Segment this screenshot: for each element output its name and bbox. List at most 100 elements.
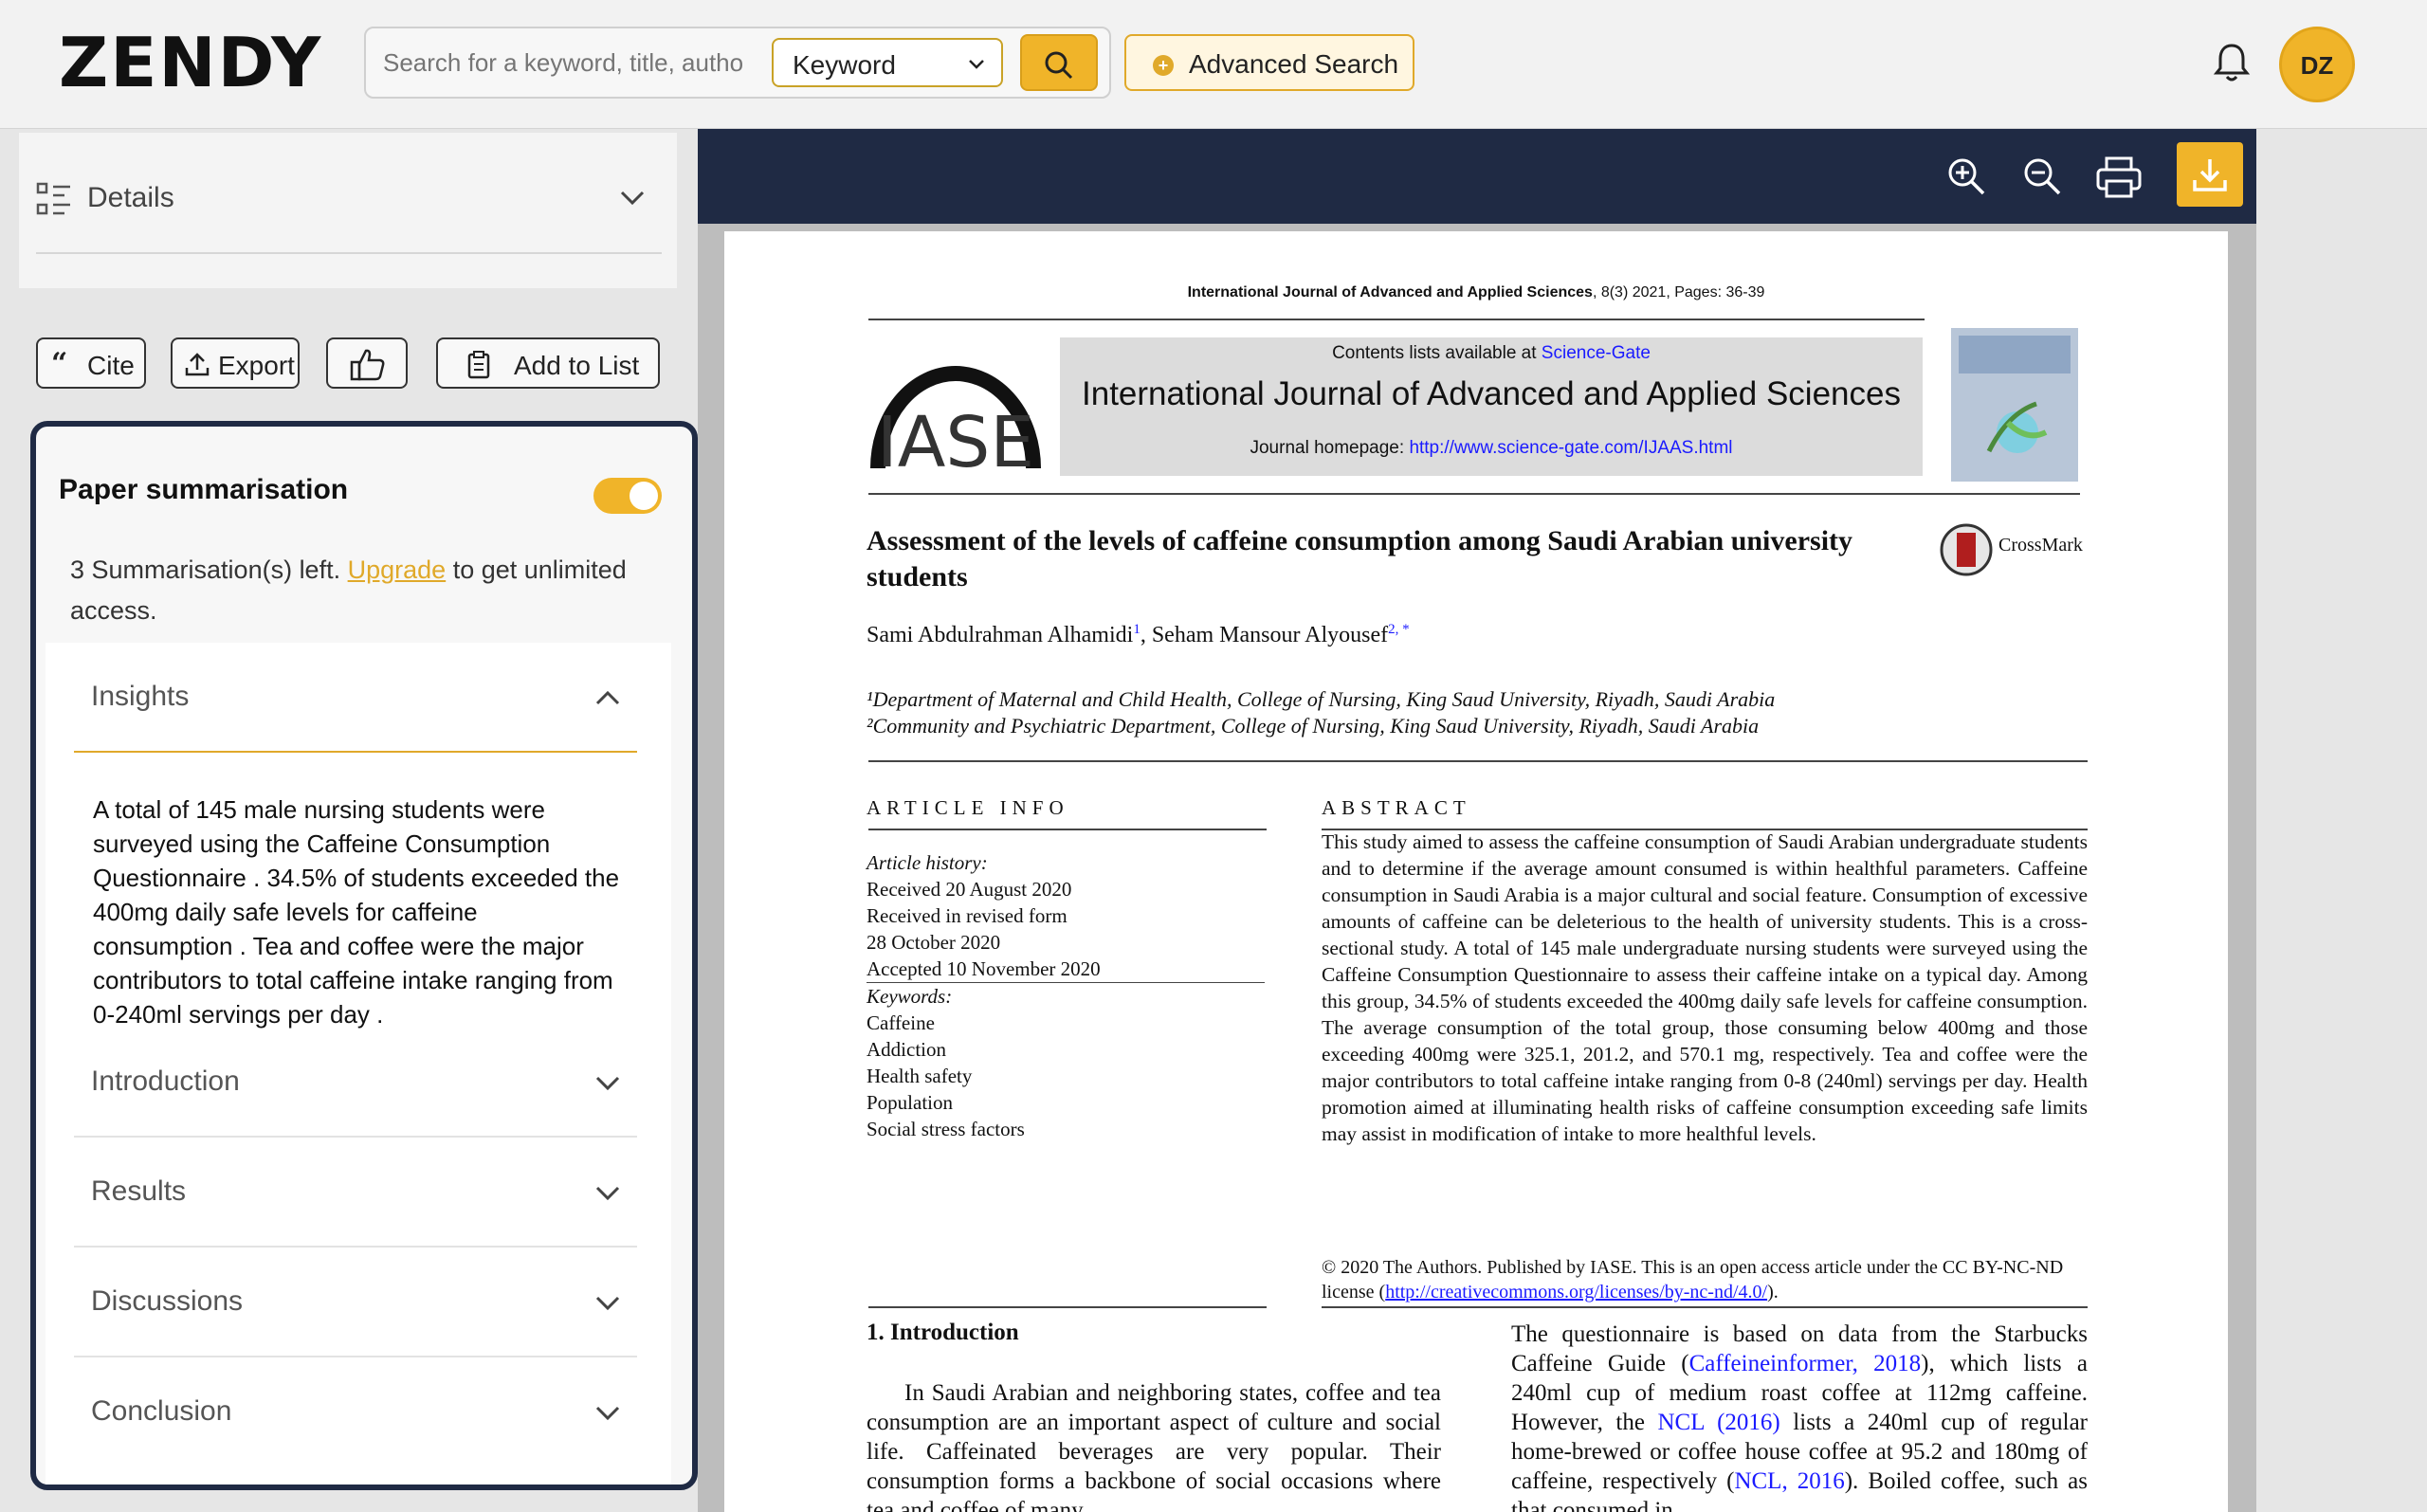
remaining-text: 3 Summarisation(s) left. (70, 556, 341, 584)
rule (868, 760, 2088, 762)
chevron-down-icon (595, 1186, 620, 1201)
export-button[interactable]: Export (171, 337, 300, 389)
keyword: Social stress factors (867, 1118, 1025, 1140)
chevron-down-icon (969, 60, 984, 69)
science-gate-link[interactable]: Science-Gate (1542, 343, 1651, 363)
keyword: Caffeine (867, 1011, 935, 1034)
keyword: Addiction (867, 1038, 946, 1061)
search-icon (1045, 51, 1073, 80)
abstract-text: This study aimed to assess the caffeine … (1322, 830, 2088, 1145)
details-label: Details (87, 182, 174, 213)
journal-line: International Journal of Advanced and Ap… (1187, 284, 1593, 301)
keyword: Health safety (867, 1065, 973, 1087)
iase-logo-text: IASE (877, 402, 1034, 478)
contents-line: Contents lists available at Science-Gate (1060, 343, 1923, 364)
details-accordion[interactable]: Details (19, 133, 677, 288)
journal-name: International Journal of Advanced and Ap… (1082, 375, 1901, 412)
paper-summarisation-panel: Paper summarisation 3 Summarisation(s) l… (30, 421, 698, 1490)
chevron-down-icon (595, 1296, 620, 1311)
export-label: Export (218, 351, 295, 380)
introduction-heading: 1. Introduction (867, 1320, 1019, 1345)
introduction-col2: The questionnaire is based on data from … (1511, 1320, 2088, 1512)
journal-line-suffix: , 8(3) 2021, Pages: 36-39 (1592, 284, 1765, 301)
crossmark-badge[interactable]: CrossMark (1940, 521, 2088, 578)
search-mode-select[interactable]: Keyword (772, 38, 1003, 87)
zoom-out-icon[interactable] (2021, 155, 2063, 197)
cite-button[interactable]: “ Cite (36, 337, 146, 389)
advanced-search-label: Advanced Search (1189, 49, 1399, 79)
history-item: 28 October 2020 (867, 931, 1001, 954)
chevron-down-icon (595, 1406, 620, 1421)
pdf-viewer: International Journal of Advanced and Ap… (698, 129, 2256, 1512)
details-list-icon (36, 182, 70, 215)
keyword: Population (867, 1091, 954, 1114)
introduction-col1: In Saudi Arabian and neighboring states,… (867, 1380, 1441, 1512)
download-button[interactable] (2177, 142, 2243, 207)
homepage-link[interactable]: http://www.science-gate.com/IJAAS.html (1409, 438, 1732, 458)
keywords-label: Keywords: (867, 985, 953, 1008)
toggle-knob (630, 482, 658, 510)
search-button[interactable] (1020, 34, 1098, 91)
section-label: Introduction (91, 1066, 240, 1097)
author-1-sup[interactable]: 1 (1133, 622, 1141, 637)
section-label: Discussions (91, 1285, 244, 1317)
license-link[interactable]: http://creativecommons.org/licenses/by-n… (1385, 1282, 1767, 1303)
author-2-sup[interactable]: 2, * (1388, 622, 1410, 637)
upgrade-link[interactable]: Upgrade (348, 556, 447, 584)
advanced-search-button[interactable]: + Advanced Search (1124, 34, 1414, 91)
summary-sections: Insights Introduction Results Discussion… (46, 643, 671, 1485)
section-label: Conclusion (91, 1395, 232, 1427)
thumbs-up-icon (350, 349, 385, 381)
section-insights[interactable]: Insights (74, 643, 637, 753)
pdf-page: International Journal of Advanced and Ap… (724, 231, 2228, 1512)
search-input[interactable] (383, 42, 743, 83)
affiliation-1: ¹Department of Maternal and Child Health… (867, 687, 1776, 711)
print-icon[interactable] (2095, 155, 2143, 199)
like-button[interactable] (326, 337, 408, 389)
citation-link[interactable]: Caffeineinformer, 2018 (1689, 1351, 1922, 1376)
rule (868, 829, 1267, 830)
journal-cover-image (1951, 328, 2078, 482)
plus-icon: + (1153, 55, 1174, 76)
journal-header-line: International Journal of Advanced and Ap… (724, 284, 2228, 301)
zendy-logo[interactable]: ZENDY (59, 28, 322, 97)
insights-text: A total of 145 male nursing students wer… (93, 795, 620, 1029)
homepage-prefix: Journal homepage: (1250, 438, 1410, 458)
section-results[interactable]: Results (74, 1138, 637, 1248)
upload-icon (185, 353, 210, 376)
section-label: Results (91, 1175, 187, 1207)
author-1: Sami Abdulrahman Alhamidi (867, 623, 1134, 647)
zoom-in-icon[interactable] (1945, 155, 1987, 197)
rule (1322, 1306, 2088, 1308)
bell-icon[interactable] (2213, 42, 2251, 83)
chevron-down-icon (595, 1076, 620, 1091)
search-bar: Keyword (364, 27, 1111, 99)
paper-title: Assessment of the levels of caffeine con… (867, 525, 1853, 592)
section-conclusion[interactable]: Conclusion (74, 1357, 637, 1467)
rule (868, 319, 1925, 320)
download-icon (2193, 159, 2227, 191)
section-label: Insights (91, 681, 190, 712)
homepage-line: Journal homepage: http://www.science-gat… (1060, 438, 1923, 459)
viewer-toolbar (698, 129, 2256, 224)
summarisation-toggle[interactable] (593, 478, 662, 514)
quote-icon: “ (51, 347, 68, 380)
add-to-list-button[interactable]: Add to List (436, 337, 660, 389)
search-mode-value: Keyword (793, 50, 896, 80)
iase-logo: IASE (870, 366, 1041, 478)
user-avatar[interactable]: DZ (2279, 27, 2355, 102)
cite-label: Cite (87, 351, 135, 380)
panel-title: Paper summarisation (59, 474, 349, 505)
history-item: Received in revised form (867, 904, 1068, 927)
top-header: ZENDY Keyword + Advanced Search DZ (0, 0, 2427, 129)
history-item: Received 20 August 2020 (867, 878, 1072, 901)
clipboard-icon (467, 351, 490, 379)
citation-link[interactable]: NCL (2016) (1658, 1410, 1780, 1435)
section-introduction[interactable]: Introduction (74, 1028, 637, 1138)
affiliations: ¹Department of Maternal and Child Health… (867, 686, 1775, 739)
citation-link[interactable]: NCL, 2016 (1734, 1468, 1844, 1494)
chevron-up-icon (595, 690, 620, 705)
article-info: Article history: Received 20 August 2020… (867, 849, 1265, 1142)
section-discussions[interactable]: Discussions (74, 1248, 637, 1357)
abstract-heading: ABSTRACT (1322, 796, 1471, 819)
